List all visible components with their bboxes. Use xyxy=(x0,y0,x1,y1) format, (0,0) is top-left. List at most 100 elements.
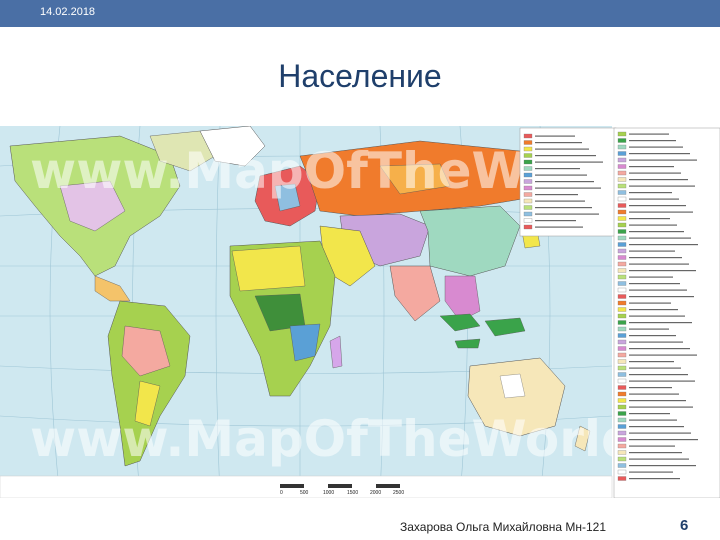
legend-label-line xyxy=(629,237,691,239)
legend-swatch xyxy=(617,222,627,228)
legend-swatch xyxy=(617,144,627,150)
legend-swatch xyxy=(617,456,627,462)
legend-label-line xyxy=(629,211,693,213)
legend-swatch xyxy=(617,281,627,286)
legend-label-line xyxy=(629,205,686,207)
legend-label-line xyxy=(629,387,672,389)
legend-swatch xyxy=(617,255,627,260)
scale-tick: 0 xyxy=(280,490,283,496)
legend-swatch xyxy=(617,476,627,481)
legend-label-line xyxy=(629,393,679,395)
header-bar: 14.02.2018 xyxy=(0,0,720,27)
legend-label-line xyxy=(629,250,675,252)
legend-label-line xyxy=(535,174,587,176)
legend-swatch xyxy=(617,170,627,176)
legend-swatch xyxy=(523,224,533,230)
legend-swatch xyxy=(617,268,627,273)
legend-label-line xyxy=(535,213,599,215)
legend-label-line xyxy=(535,187,601,189)
legend-label-line xyxy=(629,140,676,142)
legend-swatch xyxy=(617,261,627,267)
legend-swatch xyxy=(617,443,627,449)
legend-label-line xyxy=(629,374,688,376)
legend-label-line xyxy=(535,161,603,163)
legend-swatch xyxy=(523,140,533,145)
legend-swatch xyxy=(617,385,627,390)
legend-label-line xyxy=(629,244,698,246)
legend-label-line xyxy=(629,276,673,278)
scale-tick: 1500 xyxy=(347,490,358,496)
legend-swatch xyxy=(523,211,533,217)
legend-label-line xyxy=(629,361,674,363)
legend-swatch xyxy=(617,320,627,325)
legend-swatch xyxy=(617,391,627,397)
legend-label-line xyxy=(629,335,676,337)
legend-label-line xyxy=(629,439,698,441)
legend-swatch xyxy=(617,287,627,293)
legend-label-line xyxy=(629,400,686,402)
legend-label-line xyxy=(629,458,689,460)
legend-swatch xyxy=(617,209,627,215)
legend-label-line xyxy=(535,207,592,209)
legend-label-line xyxy=(629,133,669,135)
legend-label-line xyxy=(535,181,594,183)
legend-swatch xyxy=(523,218,533,223)
legend-swatch xyxy=(617,164,627,169)
population-map: www.MapOfTheWorld.n www.MapOfTheWorld.n … xyxy=(0,126,720,498)
legend-label-line xyxy=(629,198,679,200)
legend-swatch xyxy=(523,153,533,158)
legend-label-line xyxy=(629,224,677,226)
legend-label-line xyxy=(629,452,682,454)
legend-label-line xyxy=(535,168,580,170)
legend-label-line xyxy=(629,354,697,356)
slide-title: Население xyxy=(278,58,442,94)
legend-label-line xyxy=(629,192,672,194)
legend-label-line xyxy=(629,309,678,311)
legend-swatch xyxy=(617,190,627,195)
legend-label-line xyxy=(535,194,578,196)
legend-swatch xyxy=(617,346,627,351)
legend-label-line xyxy=(629,315,685,317)
legend-swatch xyxy=(617,339,627,345)
legend-swatch xyxy=(523,205,533,210)
legend-label-line xyxy=(629,445,675,447)
legend-label-line xyxy=(629,283,680,285)
legend-label-line xyxy=(535,155,596,157)
slide-date: 14.02.2018 xyxy=(40,6,96,18)
legend-label-line xyxy=(535,142,582,144)
scale-tick: 1000 xyxy=(323,490,334,496)
legend-label-line xyxy=(535,220,576,222)
legend-swatch xyxy=(617,138,627,143)
scale-tick: 2000 xyxy=(370,490,381,496)
legend-label-line xyxy=(629,471,673,473)
legend-label-line xyxy=(629,263,689,265)
legend-label-line xyxy=(629,348,690,350)
legend-label-line xyxy=(535,135,575,137)
legend-swatch xyxy=(617,326,627,332)
legend-swatch xyxy=(617,398,627,403)
legend-swatch xyxy=(523,185,533,191)
legend-swatch xyxy=(617,183,627,189)
legend-label-line xyxy=(629,328,669,330)
legend-swatch xyxy=(617,365,627,371)
legend-swatch xyxy=(617,430,627,436)
legend-swatch xyxy=(617,378,627,384)
legend-swatch xyxy=(523,198,533,204)
legend-swatch xyxy=(617,463,627,468)
legend-swatch xyxy=(617,352,627,358)
legend-label-line xyxy=(629,406,693,408)
legend-swatch xyxy=(617,177,627,182)
scale-tick: 2500 xyxy=(393,490,404,496)
legend-label-line xyxy=(535,148,589,150)
legend-swatch xyxy=(523,166,533,171)
legend-swatch xyxy=(617,196,627,202)
legend-swatch xyxy=(617,229,627,234)
legend-swatch xyxy=(617,151,627,156)
legend-swatch xyxy=(617,411,627,416)
legend-swatch xyxy=(523,159,533,165)
legend-swatch xyxy=(523,172,533,178)
legend-label-line xyxy=(629,172,681,174)
legend-swatch xyxy=(617,248,627,254)
legend-swatch xyxy=(617,203,627,208)
watermark-bottom: www.MapOfTheWorld.n xyxy=(30,410,691,468)
